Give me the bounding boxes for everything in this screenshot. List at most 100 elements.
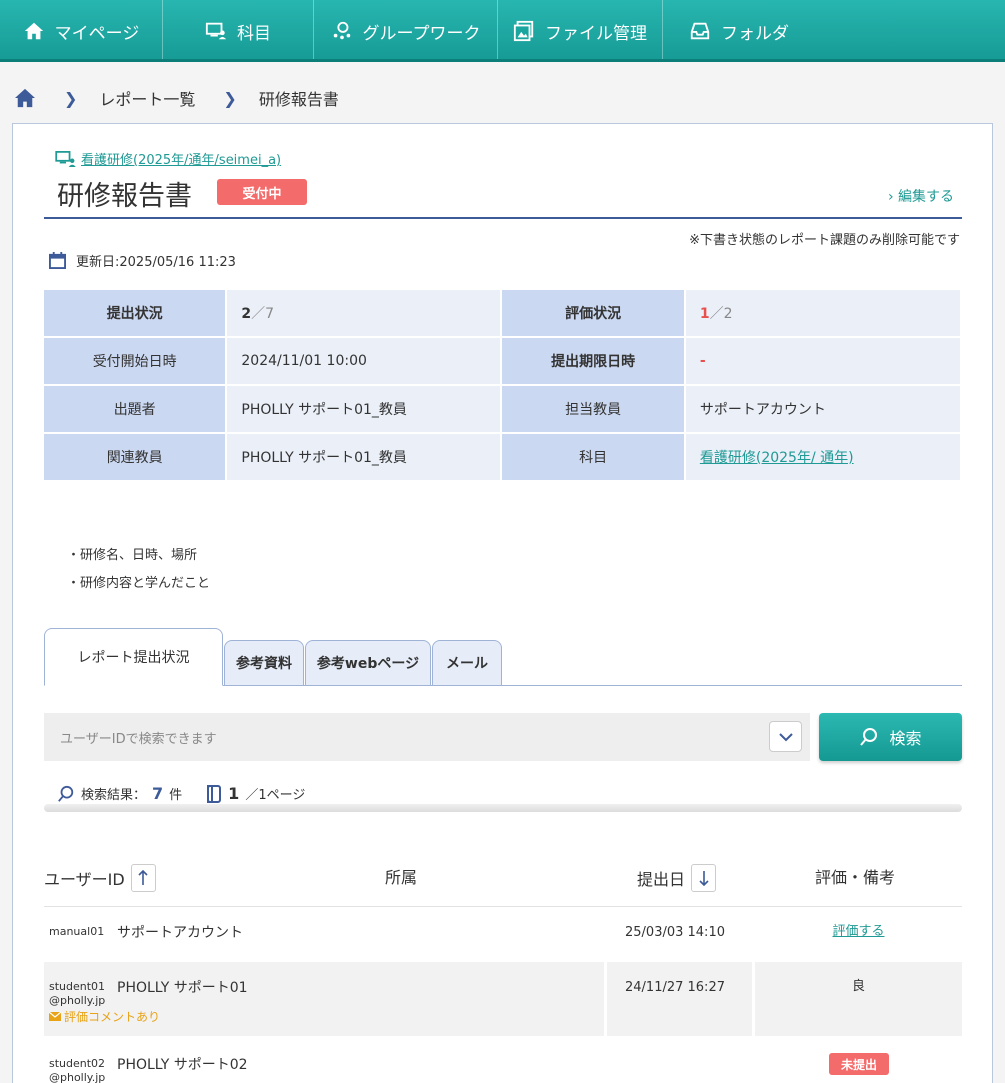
results-divider [44, 804, 962, 812]
not-submitted-badge: 未提出 [829, 1053, 889, 1075]
search-button[interactable]: 検索 [819, 713, 962, 761]
author-value: PHOLLY サポート01_教員 [227, 386, 503, 432]
header-user-id-label: ユーザーID [44, 870, 125, 889]
author-label: 出題者 [44, 386, 228, 432]
course-icon [205, 22, 227, 40]
breadcrumb: ❯ レポート一覧 ❯ 研修報告書 [14, 86, 339, 110]
submit-total: ／7 [251, 306, 275, 322]
submit-status-value: 2／7 [227, 290, 503, 336]
eval-count: 1 [699, 306, 710, 322]
calendar-icon [49, 252, 66, 269]
updated-date: 更新日:2025/05/16 11:23 [49, 251, 236, 270]
row-date: 25/03/03 14:10 [625, 925, 725, 940]
table-row: 関連教員 PHOLLY サポート01_教員 科目 看護研修(2025年/ 通年) [44, 434, 962, 480]
page-current: 1 [228, 784, 240, 803]
report-card: 看護研修(2025年/通年/seimei_a) 研修報告書 受付中 › 編集する… [12, 123, 993, 1083]
header-eval: 評価・備考 [815, 868, 896, 887]
file-icon [513, 20, 534, 42]
header-user-id: ユーザーID [44, 864, 156, 892]
arrow-up-icon [138, 870, 148, 885]
related-label: 関連教員 [44, 434, 228, 480]
updated-date-text: 更新日:2025/05/16 11:23 [76, 255, 236, 270]
search-results-summary: 検索結果： 7 件 1 ／1ページ [57, 784, 305, 803]
arrow-down-icon [698, 871, 709, 886]
chevron-down-icon [778, 732, 793, 741]
eval-total: ／2 [709, 306, 733, 322]
deadline-value: - [685, 338, 962, 384]
nav-mypage[interactable]: マイページ [0, 0, 163, 62]
page-title: 研修報告書 [57, 181, 192, 212]
row-comment-text: 評価コメントあり [64, 1010, 161, 1024]
related-value: PHOLLY サポート01_教員 [227, 434, 503, 480]
edit-link[interactable]: › 編集する [888, 186, 954, 206]
nav-label: グループワーク [362, 23, 481, 44]
tab-reference-web[interactable]: 参考webページ [305, 640, 431, 686]
top-nav: マイページ 科目 グループワーク ファイル管理 フォルダ [0, 0, 1005, 62]
sort-date-button[interactable] [691, 864, 717, 892]
results-unit: 件 [169, 788, 183, 803]
nav-file-management[interactable]: ファイル管理 [498, 0, 663, 62]
search-input[interactable]: ユーザーIDで検索できます [44, 713, 810, 761]
row-user-name: PHOLLY サポート02 [117, 1057, 248, 1073]
deadline-text: - [699, 353, 706, 369]
page-total: ／1ページ [245, 788, 306, 803]
group-icon [333, 21, 350, 40]
breadcrumb-current: 研修報告書 [258, 90, 339, 109]
eval-status-value: 1／2 [685, 290, 962, 336]
report-info-table: 提出状況 2／7 評価状況 1／2 受付開始日時 2024/11/01 10:0… [44, 288, 962, 482]
start-value: 2024/11/01 10:00 [227, 338, 503, 384]
tab-reference-materials[interactable]: 参考資料 [224, 640, 304, 686]
row-user-domain: @pholly.jp [49, 994, 106, 1007]
submit-status-label: 提出状況 [44, 290, 228, 336]
description-line: ・研修内容と学んだこと [67, 576, 211, 591]
sort-user-id-button[interactable] [130, 864, 156, 892]
teacher-value: サポートアカウント [685, 386, 962, 432]
status-badge: 受付中 [217, 179, 307, 205]
submit-count: 2 [241, 306, 252, 322]
nav-courses[interactable]: 科目 [163, 0, 314, 62]
search-button-label: 検索 [889, 729, 922, 748]
subject-value: 看護研修(2025年/ 通年) [685, 434, 962, 480]
row-date: 24/11/27 16:27 [625, 980, 725, 995]
start-label: 受付開始日時 [44, 338, 228, 384]
tab-mail[interactable]: メール [432, 640, 502, 686]
nav-groupwork[interactable]: グループワーク [314, 0, 498, 62]
deadline-label: 提出期限日時 [502, 338, 686, 384]
nav-underline [0, 59, 1005, 62]
home-icon[interactable] [14, 88, 36, 108]
evaluate-link[interactable]: 評価する [832, 924, 884, 939]
page-icon [207, 784, 222, 803]
row-cell-bg [607, 962, 752, 1036]
nav-label: ファイル管理 [545, 23, 647, 44]
table-row: 出題者 PHOLLY サポート01_教員 担当教員 サポートアカウント [44, 386, 962, 432]
subject-link[interactable]: 看護研修(2025年/ 通年) [700, 450, 854, 466]
tab-submission-status[interactable]: レポート提出状況 [44, 628, 223, 686]
description-line: ・研修名、日時、場所 [67, 548, 198, 563]
row-user-name: PHOLLY サポート01 [117, 980, 248, 996]
row-user-id: student02 [49, 1057, 106, 1070]
nav-folder[interactable]: フォルダ [663, 0, 915, 62]
nav-label: マイページ [54, 23, 140, 44]
edit-link-label[interactable]: 編集する [898, 189, 954, 205]
chevron-right-icon: ❯ [64, 88, 78, 108]
header-date-label: 提出日 [637, 870, 686, 889]
course-link-text[interactable]: 看護研修(2025年/通年/seimei_a) [81, 149, 281, 168]
row-user-id: manual01 [49, 925, 105, 938]
home-icon [24, 22, 43, 40]
table-row: 受付開始日時 2024/11/01 10:00 提出期限日時 - [44, 338, 962, 384]
chevron-right-icon: › [887, 189, 894, 205]
nav-label: フォルダ [721, 23, 789, 44]
chevron-right-icon: ❯ [223, 88, 237, 108]
results-label: 検索結果： [81, 788, 147, 803]
eval-status-label: 評価状況 [502, 290, 686, 336]
row-cell-bg [755, 962, 962, 1036]
row-user-domain: @pholly.jp [49, 1071, 106, 1083]
row-user-id: student01 [49, 980, 106, 993]
tab-bar: レポート提出状況 参考資料 参考webページ メール [44, 628, 962, 686]
breadcrumb-report-list[interactable]: レポート一覧 [99, 86, 195, 110]
delete-note: ※下書き状態のレポート課題のみ削除可能です [689, 233, 960, 248]
row-eval: 評価する [755, 920, 962, 939]
row-comment: 評価コメントあり [49, 1008, 160, 1025]
course-link[interactable]: 看護研修(2025年/通年/seimei_a) [55, 149, 281, 168]
search-dropdown-button[interactable] [769, 721, 802, 752]
